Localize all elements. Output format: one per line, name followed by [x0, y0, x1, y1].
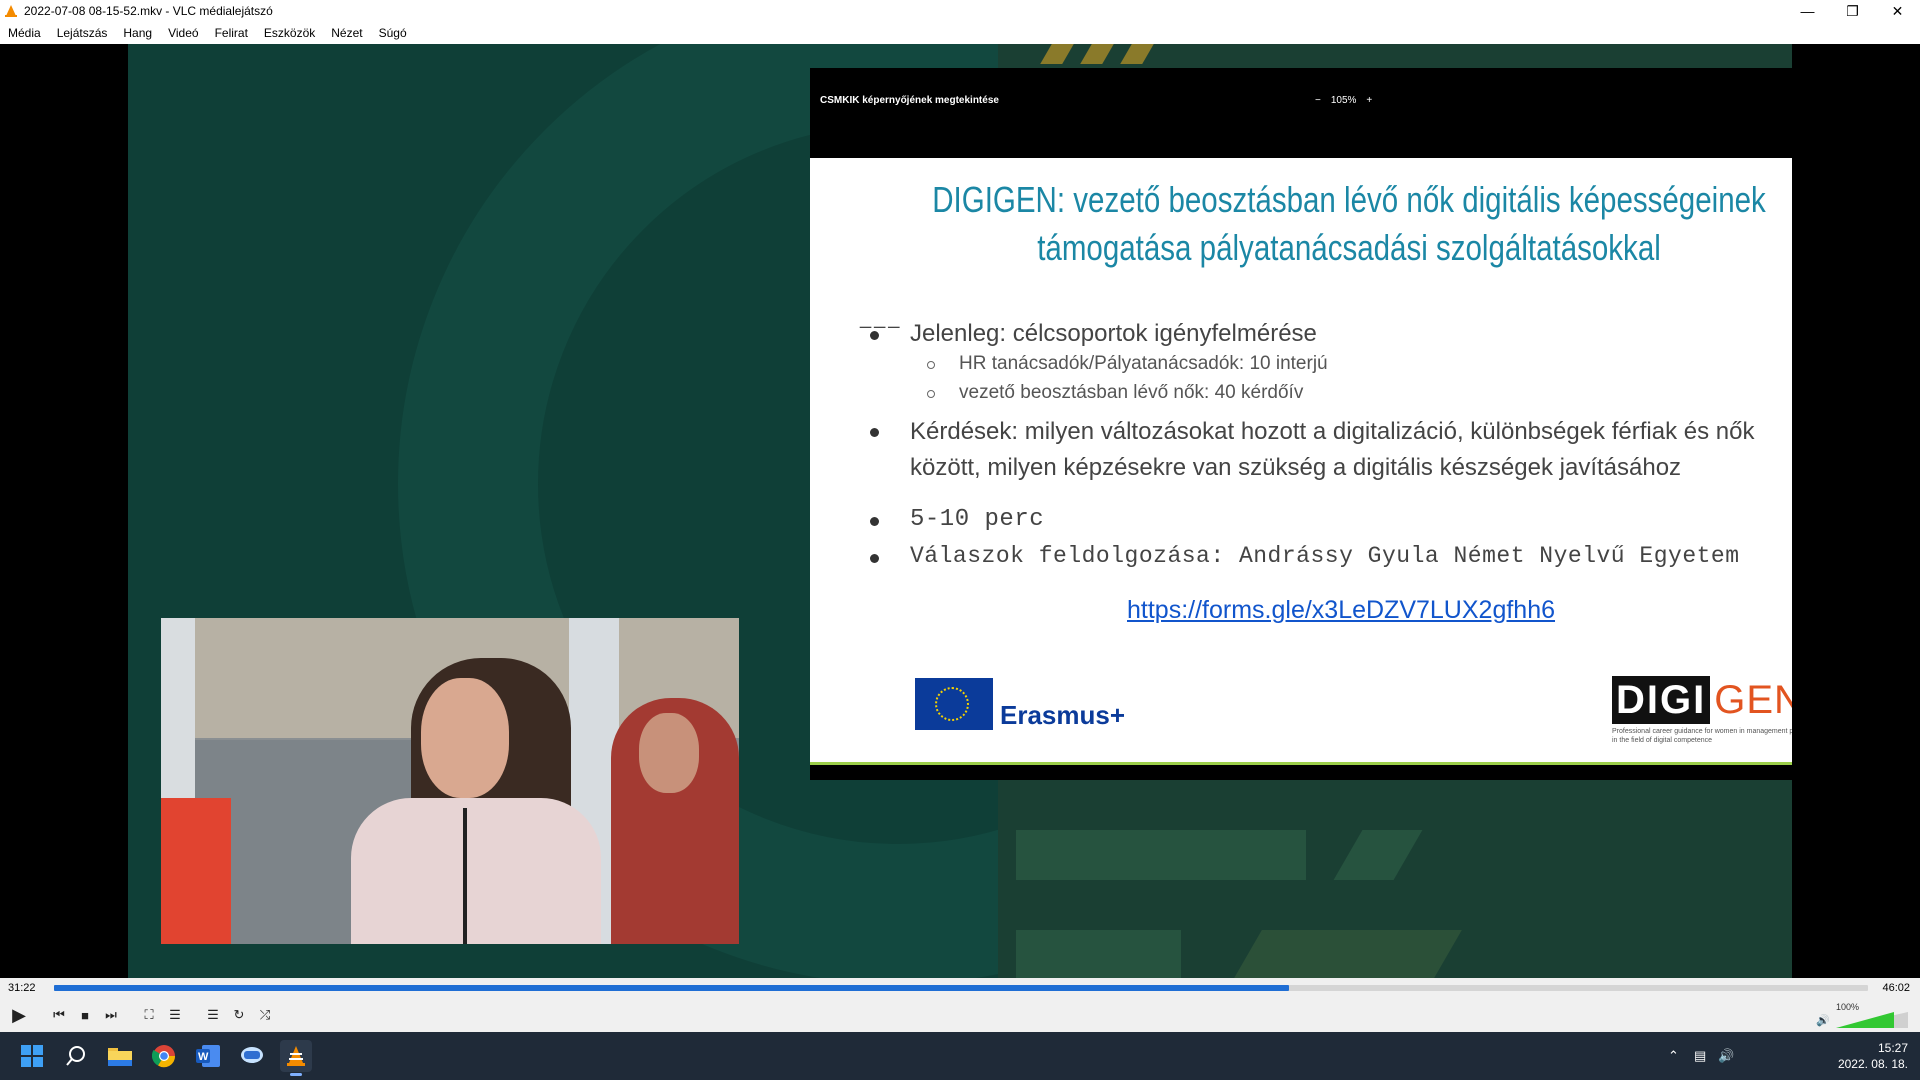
- clock-date: 2022. 08. 18.: [1837, 1057, 1908, 1071]
- sub-bullet-item: vezető beosztásban lévő nők: 40 kérdőív: [927, 382, 1303, 404]
- restore-button[interactable]: ❐: [1830, 0, 1875, 22]
- minimize-button[interactable]: —: [1785, 0, 1830, 22]
- volume-level: 100%: [1836, 1002, 1860, 1012]
- zoom-in-button[interactable]: +: [1366, 95, 1372, 106]
- title-bar: 2022-07-08 08-15-52.mkv - VLC médialeját…: [0, 0, 1920, 22]
- menu-audio[interactable]: Hang: [115, 22, 160, 44]
- vlc-taskbar-icon[interactable]: [280, 1040, 312, 1076]
- play-button[interactable]: ▶: [6, 1005, 32, 1025]
- erasmus-logo: Erasmus+: [915, 678, 1125, 730]
- screen-share-title: CSMKIK képernyőjének megtekintése: [820, 94, 999, 106]
- close-button[interactable]: ✕: [1875, 0, 1920, 22]
- speaker-icon[interactable]: 🔊: [1816, 1014, 1830, 1027]
- menu-media[interactable]: Média: [0, 22, 49, 44]
- system-tray: ⌃ ▤ 🔊 15:27 2022. 08. 18.: [1658, 1036, 1908, 1076]
- menu-help[interactable]: Súgó: [371, 22, 415, 44]
- webcam-video: [161, 618, 739, 944]
- slide-title: DIGIGEN: vezető beosztásban lévő nők dig…: [932, 179, 1766, 268]
- sub-bullet-item: HR tanácsadók/Pályatanácsadók: 10 interj…: [927, 353, 1328, 375]
- survey-link[interactable]: https://forms.gle/x3LeDZV7LUX2gfhh6: [1127, 596, 1555, 625]
- chrome-icon[interactable]: [148, 1040, 180, 1072]
- menu-tools[interactable]: Eszközök: [256, 22, 323, 44]
- microphone: [463, 808, 467, 944]
- previous-icon[interactable]: ⏮: [48, 1005, 70, 1025]
- playlist-icon[interactable]: ☰: [202, 1005, 224, 1025]
- menu-bar: Média Lejátszás Hang Videó Felirat Eszkö…: [0, 22, 1920, 44]
- window-title: 2022-07-08 08-15-52.mkv - VLC médialeját…: [24, 4, 273, 18]
- zoom-level: 105%: [1330, 94, 1357, 106]
- menu-video[interactable]: Videó: [160, 22, 206, 44]
- vlc-icon: [5, 5, 17, 17]
- screen-share-header: CSMKIK képernyőjének megtekintése − 105%…: [810, 68, 1792, 132]
- digigen-logo: DIGI GEN Professional career guidance fo…: [1612, 676, 1792, 744]
- file-explorer-icon[interactable]: [104, 1040, 136, 1072]
- menu-playback[interactable]: Lejátszás: [49, 22, 116, 44]
- seek-progress: [54, 985, 1290, 991]
- menu-subtitle[interactable]: Felirat: [207, 22, 256, 44]
- network-icon[interactable]: ▤: [1694, 1048, 1706, 1064]
- presentation-slide: DIGIGEN: vezető beosztásban lévő nők dig…: [810, 158, 1792, 765]
- volume-slider[interactable]: 100% 🔊: [1816, 1002, 1908, 1028]
- bullet-item: Válaszok feldolgozása: Andrássy Gyula Né…: [870, 543, 1740, 569]
- search-icon[interactable]: [60, 1040, 92, 1072]
- chevron-up-icon[interactable]: ⌃: [1668, 1048, 1679, 1064]
- elapsed-time: 31:22: [8, 982, 36, 994]
- eu-flag-icon: [915, 678, 993, 730]
- shuffle-icon[interactable]: ⤮: [254, 1005, 276, 1025]
- windows-start-icon[interactable]: [16, 1040, 48, 1072]
- chat-app-icon[interactable]: [236, 1040, 268, 1072]
- total-time: 46:02: [1882, 982, 1910, 994]
- loop-icon[interactable]: ↻: [228, 1005, 250, 1025]
- stop-icon[interactable]: ■: [74, 1005, 96, 1025]
- bullet-item: Jelenleg: célcsoportok igényfelmérése: [870, 320, 1317, 348]
- next-icon[interactable]: ⏭: [100, 1005, 122, 1025]
- volume-tray-icon[interactable]: 🔊: [1718, 1048, 1734, 1064]
- word-icon[interactable]: W: [192, 1040, 224, 1072]
- clock-time: 15:27: [1877, 1041, 1908, 1055]
- video-area[interactable]: CSMKIK képernyőjének megtekintése − 105%…: [0, 44, 1920, 978]
- extended-settings-icon[interactable]: ☰: [164, 1005, 186, 1025]
- menu-view[interactable]: Nézet: [323, 22, 370, 44]
- svg-text:W: W: [198, 1051, 209, 1063]
- seek-bar[interactable]: [54, 985, 1868, 991]
- zoom-out-button[interactable]: −: [1315, 95, 1321, 106]
- bullet-item: Kérdések: milyen változásokat hozott a d…: [870, 414, 1754, 486]
- bullet-item: 5-10 perc: [870, 506, 1044, 533]
- fullscreen-toggle-icon[interactable]: ⛶: [138, 1005, 160, 1025]
- taskbar: W ⌃ ▤ 🔊 15:27 2022. 08. 18.: [0, 1032, 1920, 1080]
- clock[interactable]: 15:27 2022. 08. 18.: [1838, 1040, 1908, 1072]
- screen-share-window: CSMKIK képernyőjének megtekintése − 105%…: [810, 68, 1792, 780]
- seek-row: 31:22 46:02: [0, 978, 1920, 998]
- control-bar: ▶ ⏮ ■ ⏭ ⛶ ☰ ☰ ↻ ⤮ 100% 🔊: [0, 998, 1920, 1032]
